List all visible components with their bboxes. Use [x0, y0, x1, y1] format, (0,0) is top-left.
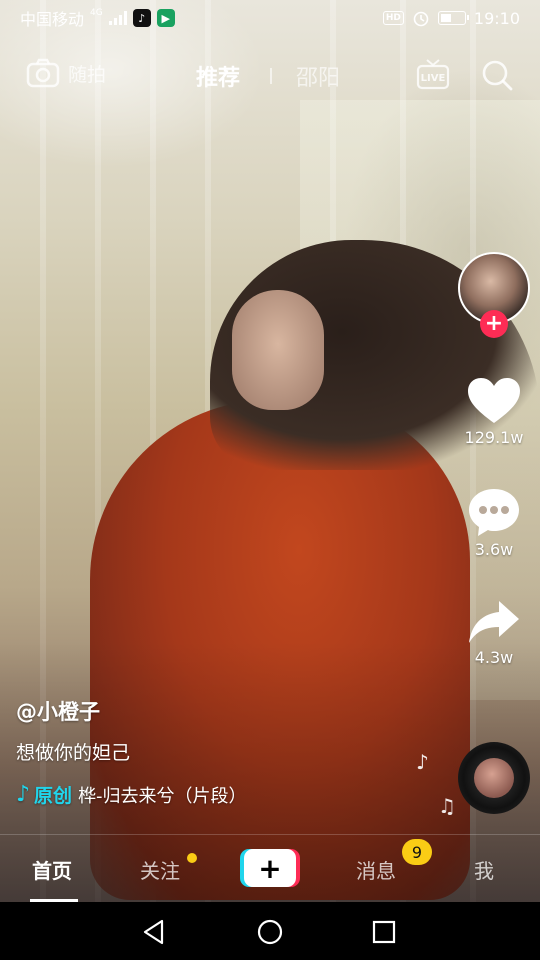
- alarm-icon: [413, 11, 429, 27]
- follow-plus-button[interactable]: +: [480, 310, 508, 338]
- music-title: 桦-归去来兮（片段）: [78, 785, 247, 807]
- search-icon: [482, 60, 513, 91]
- hd-icon: HD: [382, 11, 404, 25]
- search-button[interactable]: [480, 58, 514, 92]
- top-nav: 随拍 推荐 邵阳 LIVE: [0, 52, 540, 98]
- music-disc[interactable]: [458, 742, 530, 814]
- create-video-button[interactable]: +: [240, 849, 300, 887]
- dancer-face: [232, 290, 324, 410]
- live-label: LIVE: [421, 73, 446, 84]
- recents-square-icon[interactable]: [370, 918, 398, 946]
- music-note-icon: ♪: [16, 782, 31, 807]
- share-arrow-icon: [469, 601, 519, 643]
- network-type: 4G: [90, 8, 103, 18]
- heart-icon: [468, 378, 520, 423]
- video-description: 想做你的妲己: [16, 742, 131, 764]
- status-bar: 中国移动 4G ♪ ▶ HD 19:10: [0, 0, 540, 36]
- video-app-notification-icon: ▶: [156, 9, 175, 27]
- music-cover: [474, 758, 514, 798]
- carrier-label: 中国移动: [20, 10, 85, 29]
- clock: 19:10: [473, 8, 520, 28]
- comment-bubble-icon: [469, 489, 519, 536]
- tab-home[interactable]: 首页: [32, 855, 72, 884]
- author-name[interactable]: @小橙子: [16, 696, 416, 726]
- tab-follow[interactable]: 关注: [140, 855, 180, 884]
- plus-icon: +: [244, 849, 296, 887]
- like-button[interactable]: 129.1w: [454, 376, 534, 447]
- music-info[interactable]: ♪ 原创 桦-归去来兮（片段）: [16, 781, 416, 808]
- tab-recommend[interactable]: 推荐: [196, 60, 240, 92]
- messages-badge: 9: [402, 839, 432, 865]
- back-triangle-icon[interactable]: [140, 918, 168, 946]
- share-button[interactable]: 4.3w: [454, 598, 534, 667]
- camera-label: 随拍: [68, 63, 107, 86]
- tab-me[interactable]: 我: [474, 855, 494, 884]
- video-caption: @小橙子 想做你的妲己 ♪ 原创 桦-归去来兮（片段）: [16, 696, 416, 808]
- camera-button[interactable]: 随拍: [26, 58, 106, 88]
- music-original-tag: 原创: [34, 785, 73, 807]
- comment-button[interactable]: 3.6w: [454, 486, 534, 559]
- tab-divider: [270, 68, 272, 84]
- tiktok-notification-icon: ♪: [132, 9, 151, 27]
- live-tv-icon: LIVE: [416, 59, 450, 90]
- home-circle-icon[interactable]: [256, 918, 284, 946]
- floating-music-note-icon: ♪: [416, 750, 429, 774]
- tab-messages[interactable]: 消息: [356, 855, 396, 884]
- share-count: 4.3w: [474, 648, 514, 667]
- like-count: 129.1w: [464, 428, 524, 447]
- floating-music-note-icon: ♫: [438, 794, 456, 818]
- battery-icon: [437, 11, 469, 25]
- signal-icon: [108, 11, 127, 25]
- camera-icon: [26, 58, 60, 88]
- tab-city[interactable]: 邵阳: [296, 60, 340, 92]
- system-nav-bar: [0, 902, 540, 960]
- follow-new-dot: [187, 853, 197, 863]
- comment-count: 3.6w: [474, 540, 514, 559]
- live-button[interactable]: LIVE: [416, 58, 450, 90]
- bottom-tab-bar: 首页 关注 + 消息 9 我: [0, 834, 540, 902]
